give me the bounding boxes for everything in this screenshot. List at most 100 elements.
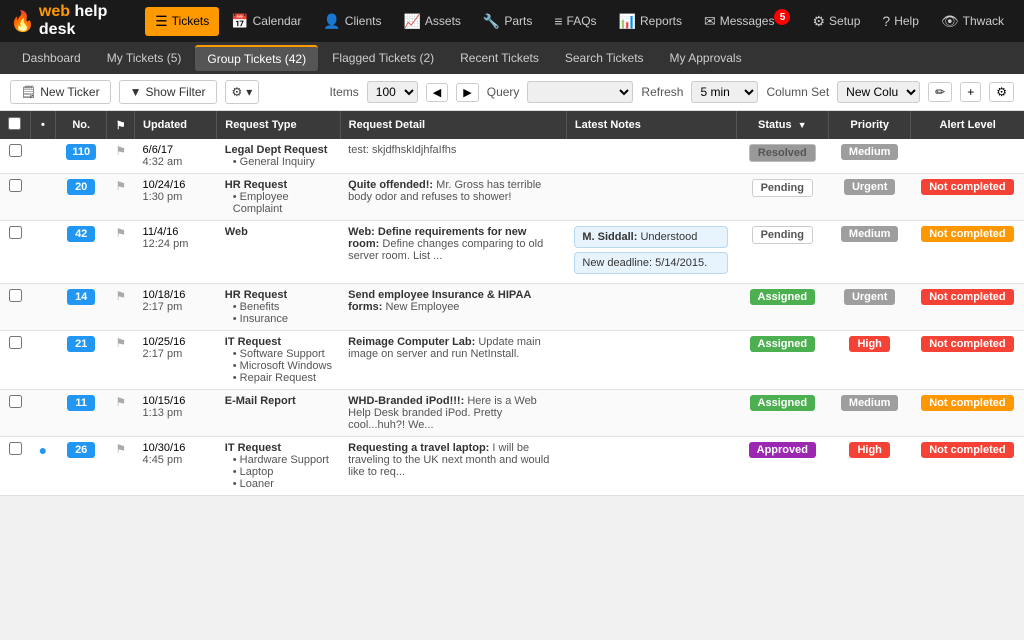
more-colset-button[interactable]: ⚙ xyxy=(989,82,1014,102)
add-colset-button[interactable]: + xyxy=(960,82,981,102)
refresh-select[interactable]: 5 min 1 min 10 min xyxy=(691,81,758,103)
row-checkbox[interactable] xyxy=(9,179,22,192)
select-all-checkbox[interactable] xyxy=(8,117,21,130)
new-ticker-button[interactable]: 🗒 New Ticker xyxy=(10,80,111,104)
filter-icon: ▼ xyxy=(130,85,142,99)
row-status-cell: Resolved xyxy=(736,139,829,174)
gear-icon: ⚙ xyxy=(232,85,243,99)
next-page-button[interactable]: ▶ xyxy=(456,83,478,102)
items-label: Items xyxy=(329,85,358,99)
ticket-number[interactable]: 110 xyxy=(66,144,96,160)
colset-select[interactable]: New Colu xyxy=(837,81,920,103)
sec-nav-flagged-tickets[interactable]: Flagged Tickets (2) xyxy=(320,46,446,70)
prev-page-button[interactable]: ◀ xyxy=(426,83,448,102)
status-badge[interactable]: Approved xyxy=(749,442,816,458)
row-ticket-number-cell: 110 xyxy=(55,139,106,174)
tickets-table-container: • No. ⚑ Updated Request Type Request Det… xyxy=(0,111,1024,496)
reqtype-main[interactable]: Web xyxy=(225,226,332,238)
flag-icon[interactable]: ⚑ xyxy=(115,289,126,303)
row-checkbox[interactable] xyxy=(9,226,22,239)
priority-badge: Medium xyxy=(841,226,899,242)
priority-badge: Medium xyxy=(841,144,899,160)
reqtype-main[interactable]: E-Mail Report xyxy=(225,395,332,407)
ticket-number[interactable]: 42 xyxy=(67,226,95,242)
ticket-number[interactable]: 21 xyxy=(67,336,95,352)
query-select[interactable] xyxy=(527,81,633,103)
nav-item-clients[interactable]: 👤 Clients xyxy=(313,7,391,36)
sec-nav-dashboard[interactable]: Dashboard xyxy=(10,46,93,70)
nav-item-faqs[interactable]: ≡ FAQs xyxy=(544,7,606,35)
row-flag-cell: ⚑ xyxy=(107,390,135,437)
row-reqtype-cell: E-Mail Report xyxy=(217,390,340,437)
ticket-number[interactable]: 14 xyxy=(67,289,95,305)
nav-item-tickets[interactable]: ☰ Tickets xyxy=(145,7,219,36)
flag-icon[interactable]: ⚑ xyxy=(115,442,126,456)
reqtype-main[interactable]: IT Request xyxy=(225,336,332,348)
reqtype-main[interactable]: IT Request xyxy=(225,442,332,454)
nav-item-setup[interactable]: ⚙ Setup xyxy=(802,7,870,36)
status-badge[interactable]: Resolved xyxy=(749,144,816,162)
alert-badge: Not completed xyxy=(921,289,1013,305)
status-badge[interactable]: Assigned xyxy=(750,336,816,352)
th-dot: • xyxy=(30,111,55,139)
th-status[interactable]: Status ▼ xyxy=(736,111,829,139)
note-text: Understood xyxy=(640,231,697,243)
row-checkbox-cell xyxy=(0,390,30,437)
table-row: ●26⚑10/30/164:45 pmIT Request• Hardware … xyxy=(0,437,1024,496)
nav-item-parts[interactable]: 🔧 Parts xyxy=(473,7,542,36)
nav-item-thwack[interactable]: 👁 Thwack xyxy=(931,7,1014,36)
nav-item-calendar[interactable]: 📅 Calendar xyxy=(221,7,311,36)
faqs-icon: ≡ xyxy=(554,13,562,29)
show-filter-button[interactable]: ▼ Show Filter xyxy=(119,80,217,104)
row-checkbox[interactable] xyxy=(9,395,22,408)
status-badge[interactable]: Pending xyxy=(752,179,813,197)
reqtype-main[interactable]: Legal Dept Request xyxy=(225,144,332,156)
sec-nav-search-tickets[interactable]: Search Tickets xyxy=(553,46,656,70)
nav-item-messages[interactable]: ✉ Messages 5 xyxy=(694,7,800,36)
ticket-number[interactable]: 11 xyxy=(67,395,95,411)
sec-nav-my-approvals[interactable]: My Approvals xyxy=(658,46,754,70)
row-priority-cell: High xyxy=(829,437,911,496)
status-badge[interactable]: Assigned xyxy=(750,395,816,411)
row-latestnotes-cell xyxy=(566,390,736,437)
sec-nav-group-tickets[interactable]: Group Tickets (42) xyxy=(195,45,318,71)
sec-nav-my-tickets[interactable]: My Tickets (5) xyxy=(95,46,194,70)
row-reqdetail-cell: Web: Define requirements for new room: D… xyxy=(340,221,566,284)
row-alertlevel-cell xyxy=(911,139,1024,174)
flag-icon[interactable]: ⚑ xyxy=(115,336,126,350)
ticket-number[interactable]: 20 xyxy=(67,179,95,195)
flag-icon[interactable]: ⚑ xyxy=(115,226,126,240)
row-checkbox[interactable] xyxy=(9,289,22,302)
nav-item-reports[interactable]: 📊 Reports xyxy=(609,7,692,36)
reqtype-main[interactable]: HR Request xyxy=(225,289,332,301)
flag-icon[interactable]: ⚑ xyxy=(115,144,126,158)
gear-button[interactable]: ⚙ ▾ xyxy=(225,80,260,104)
secondary-nav: Dashboard My Tickets (5) Group Tickets (… xyxy=(0,42,1024,74)
row-checkbox[interactable] xyxy=(9,144,22,157)
nav-item-help[interactable]: ? Help xyxy=(872,7,928,35)
edit-colset-button[interactable]: ✏ xyxy=(928,82,952,102)
status-badge[interactable]: Pending xyxy=(752,226,813,244)
row-checkbox[interactable] xyxy=(9,336,22,349)
flag-icon[interactable]: ⚑ xyxy=(115,395,126,409)
row-checkbox-cell xyxy=(0,331,30,390)
items-select[interactable]: 100 50 25 xyxy=(367,81,418,103)
row-dot-cell xyxy=(30,331,55,390)
updated-date: 10/30/16 xyxy=(143,442,209,454)
reqtype-sub: • Employee Complaint xyxy=(225,191,332,215)
th-flag: ⚑ xyxy=(107,111,135,139)
th-no: No. xyxy=(55,111,106,139)
th-priority: Priority xyxy=(829,111,911,139)
row-checkbox[interactable] xyxy=(9,442,22,455)
flag-icon[interactable]: ⚑ xyxy=(115,179,126,193)
sec-nav-recent-tickets[interactable]: Recent Tickets xyxy=(448,46,551,70)
reqtype-main[interactable]: HR Request xyxy=(225,179,332,191)
status-badge[interactable]: Assigned xyxy=(750,289,816,305)
row-status-cell: Approved xyxy=(736,437,829,496)
nav-label-setup: Setup xyxy=(829,14,860,28)
row-flag-cell: ⚑ xyxy=(107,437,135,496)
updated-time: 2:17 pm xyxy=(143,301,209,313)
nav-item-assets[interactable]: 📈 Assets xyxy=(393,7,470,36)
ticket-number[interactable]: 26 xyxy=(67,442,95,458)
row-status-cell: Pending xyxy=(736,221,829,284)
